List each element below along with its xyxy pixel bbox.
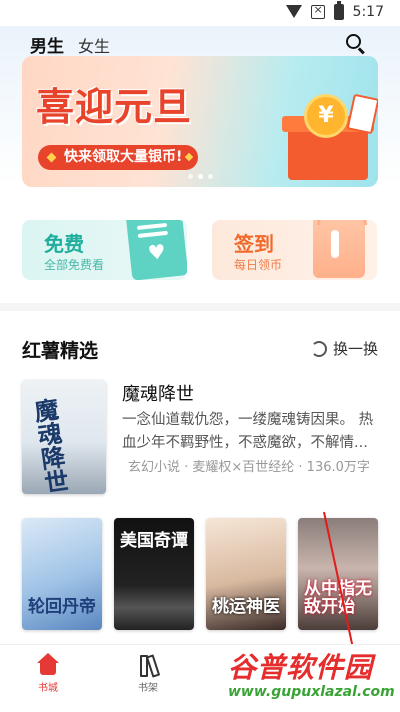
book-cover-item[interactable]: 轮回丹帝 xyxy=(22,518,102,630)
tab-bookstore-label: 书城 xyxy=(38,683,58,694)
refresh-button[interactable]: 换一换 xyxy=(310,338,378,359)
book-cover-item[interactable]: 桃运神医 xyxy=(206,518,286,630)
watermark-en: www.gupuxlazal.com xyxy=(228,684,395,700)
book-description: 一念仙道载仇怨，一缕魔魂铸因果。 热血少年不羁野性，不惑魔欲，不解情... xyxy=(122,412,374,451)
bookshelf-icon xyxy=(137,653,159,677)
banner-dot-active[interactable] xyxy=(198,174,203,179)
tab-male[interactable]: 男生 xyxy=(30,32,64,63)
watermark-cn: 谷普软件园 xyxy=(228,651,374,684)
heart-book-icon xyxy=(125,220,187,280)
book-cover-title: 魔魂降世 xyxy=(28,396,70,494)
wifi-icon xyxy=(285,5,302,19)
tab-female[interactable]: 女生 xyxy=(78,33,110,57)
refresh-label: 换一换 xyxy=(332,340,378,358)
book-cover-row: 轮回丹帝 美国奇谭 桃运神医 从中指无敌开始 xyxy=(22,518,378,630)
signin-card-title: 签到 xyxy=(234,232,274,256)
cover-title: 桃运神医 xyxy=(212,597,280,617)
banner-dot[interactable] xyxy=(188,174,193,179)
book-cover[interactable]: 魔魂降世 xyxy=(22,380,106,494)
cover-title: 美国奇谭 xyxy=(120,531,188,551)
banner-pagination xyxy=(188,174,213,179)
book-cover-item[interactable]: 美国奇谭 xyxy=(114,518,194,630)
free-card-title: 免费 xyxy=(44,232,84,256)
home-icon xyxy=(37,653,59,675)
clock: 5:17 xyxy=(352,4,384,20)
tab-bookshelf-label: 书架 xyxy=(138,683,158,694)
featured-book[interactable]: 魔魂降世 魔魂降世 一念仙道载仇怨，一缕魔魂铸因果。 热血少年不羁野性，不惑魔欲… xyxy=(22,380,378,494)
refresh-icon xyxy=(310,340,327,357)
status-bar: 5:17 xyxy=(0,0,400,26)
battery-icon xyxy=(333,1,344,20)
gift-icon xyxy=(313,220,367,278)
banner-subtitle: 快来领取大量银币! xyxy=(38,145,199,170)
book-meta: 玄幻小说 · 麦耀权×百世经纶 · 136.0万字 xyxy=(128,460,370,475)
banner-title: 喜迎元旦 xyxy=(36,85,193,129)
gender-tabs: 男生 女生 xyxy=(30,32,110,63)
banner-dot[interactable] xyxy=(208,174,213,179)
tab-bookshelf[interactable]: 书架 xyxy=(118,653,178,694)
free-card[interactable]: 免费 全部免费看 xyxy=(22,220,187,280)
no-sim-icon xyxy=(310,3,325,19)
promo-banner[interactable]: 喜迎元旦 快来领取大量银币! ¥ xyxy=(22,56,378,187)
free-card-subtitle: 全部免费看 xyxy=(44,258,105,272)
coin-icon: ¥ xyxy=(304,94,348,138)
search-icon[interactable] xyxy=(346,34,366,55)
signin-card-subtitle: 每日领币 xyxy=(234,258,283,272)
gift-box-illustration: ¥ xyxy=(280,93,378,182)
section-divider xyxy=(0,303,400,311)
cover-title: 轮回丹帝 xyxy=(28,597,96,617)
section-title: 红薯精选 xyxy=(22,340,99,362)
book-title: 魔魂降世 xyxy=(122,384,194,405)
signin-card[interactable]: 签到 每日领币 xyxy=(212,220,377,280)
tab-bookstore[interactable]: 书城 xyxy=(18,653,78,694)
site-watermark: 谷普软件园 www.gupuxlazal.com xyxy=(228,646,400,712)
